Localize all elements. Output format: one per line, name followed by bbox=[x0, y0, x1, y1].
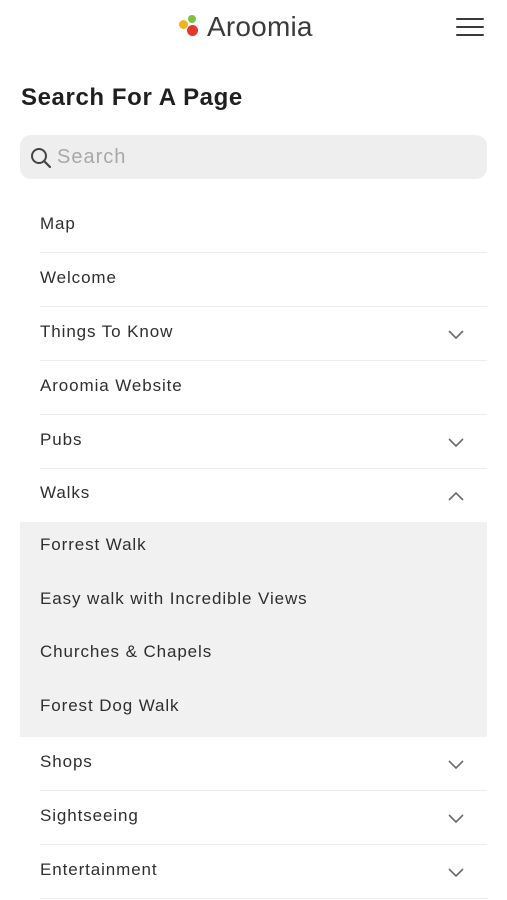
chevron-down-icon[interactable] bbox=[448, 330, 464, 340]
nav-item-entertainment[interactable]: Entertainment bbox=[40, 846, 487, 899]
chevron-down-icon[interactable] bbox=[448, 760, 464, 770]
nav-item-label: Map bbox=[40, 214, 76, 233]
submenu-item-label: Easy walk with Incredible Views bbox=[40, 589, 308, 608]
nav-item-shops[interactable]: Shops bbox=[40, 738, 487, 791]
nav-item-things-to-know[interactable]: Things To Know bbox=[40, 308, 487, 361]
search-icon bbox=[31, 148, 52, 169]
app-header: Aroomia bbox=[0, 0, 507, 54]
nav-item-label: Walks bbox=[40, 483, 91, 502]
submenu-item-churches-chapels[interactable]: Churches & Chapels bbox=[40, 629, 480, 683]
submenu-item-label: Forrest Walk bbox=[40, 535, 147, 554]
nav-item-label: Aroomia Website bbox=[40, 376, 183, 395]
nav-item-label: Welcome bbox=[40, 268, 117, 287]
submenu-item-forest-dog-walk[interactable]: Forest Dog Walk bbox=[40, 683, 480, 737]
search-input[interactable] bbox=[57, 135, 477, 179]
nav-item-map[interactable]: Map bbox=[40, 200, 487, 253]
nav-item-label: Shops bbox=[40, 752, 93, 771]
nav-item-label: Things To Know bbox=[40, 322, 174, 341]
submenu-item-label: Forest Dog Walk bbox=[40, 696, 180, 715]
search-bar[interactable] bbox=[20, 135, 487, 179]
nav-item-label: Pubs bbox=[40, 430, 83, 449]
logo-dots-icon bbox=[178, 14, 204, 40]
nav-item-label: Sightseeing bbox=[40, 806, 139, 825]
nav-item-sightseeing[interactable]: Sightseeing bbox=[40, 792, 487, 845]
nav-item-pubs[interactable]: Pubs bbox=[40, 416, 487, 469]
chevron-up-icon[interactable] bbox=[448, 491, 464, 501]
hamburger-menu-icon[interactable] bbox=[455, 17, 485, 37]
submenu-item-easy-walk[interactable]: Easy walk with Incredible Views bbox=[40, 576, 480, 630]
brand-logo[interactable]: Aroomia bbox=[178, 10, 313, 44]
nav-item-walks[interactable]: Walks bbox=[40, 469, 487, 522]
page-title: Search For A Page bbox=[21, 84, 243, 111]
nav-item-welcome[interactable]: Welcome bbox=[40, 254, 487, 307]
walks-submenu: Forrest Walk Easy walk with Incredible V… bbox=[20, 522, 487, 737]
submenu-item-label: Churches & Chapels bbox=[40, 642, 213, 661]
chevron-down-icon[interactable] bbox=[448, 868, 464, 878]
chevron-down-icon[interactable] bbox=[448, 438, 464, 448]
chevron-down-icon[interactable] bbox=[448, 814, 464, 824]
brand-name: Aroomia bbox=[207, 11, 313, 42]
nav-item-label: Entertainment bbox=[40, 860, 158, 879]
submenu-item-forrest-walk[interactable]: Forrest Walk bbox=[40, 522, 480, 576]
nav-item-aroomia-website[interactable]: Aroomia Website bbox=[40, 362, 487, 415]
